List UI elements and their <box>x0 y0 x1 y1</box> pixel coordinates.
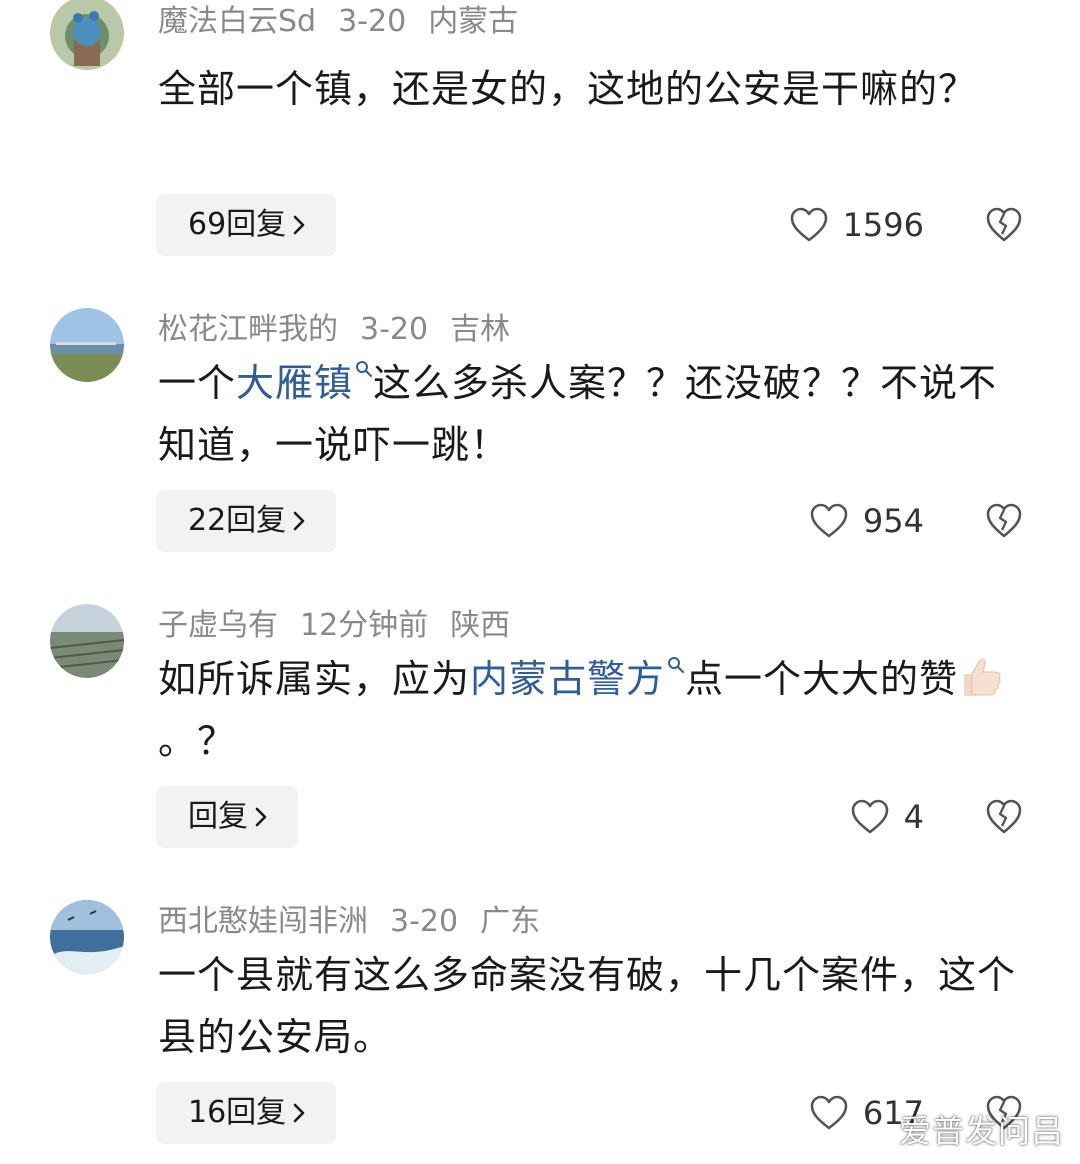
comment-meta: 子虚乌有 12分钟前 陕西 <box>158 606 532 646</box>
broken-heart-icon[interactable] <box>985 503 1023 539</box>
reply-label: 16回复 <box>188 1095 287 1130</box>
username[interactable]: 西北憨娃闯非洲 <box>158 904 368 939</box>
comment-meta: 魔法白云Sd 3-20 内蒙古 <box>158 2 540 42</box>
comment-body: 一个 <box>158 361 237 405</box>
reply-label: 22回复 <box>188 503 287 538</box>
broken-heart-icon[interactable] <box>985 207 1023 243</box>
reply-button[interactable]: 69回复 <box>156 194 337 256</box>
reply-button[interactable]: 16回复 <box>156 1082 337 1144</box>
comment-location: 吉林 <box>450 312 511 347</box>
comment-body-tail: 。？ <box>158 719 237 763</box>
heart-outline-icon <box>810 1095 848 1130</box>
reply-button[interactable]: 回复 <box>156 786 298 848</box>
comment-time: 3-20 <box>338 4 407 39</box>
topic-link[interactable]: 大雁镇 <box>236 361 373 405</box>
heart-outline-icon <box>851 799 888 834</box>
username[interactable]: 魔法白云Sd <box>158 4 316 39</box>
comment-text: 全部一个镇，还是女的，这地的公安是干嘛的？ <box>158 58 1018 120</box>
thumbs-up-emoji <box>964 658 1001 696</box>
chevron-right-icon <box>293 215 305 235</box>
topic-link-label: 大雁镇 <box>236 361 354 405</box>
comment-text: 一个县就有这么多命案没有破，十几个案件，这个县的公安局。 <box>158 944 1018 1068</box>
search-icon <box>668 657 685 673</box>
chevron-right-icon <box>255 807 267 827</box>
like-count: 1596 <box>842 206 924 244</box>
username[interactable]: 子虚乌有 <box>158 608 278 643</box>
comment-text: 如所诉属实，应为内蒙古警方 点一个大大的赞。？ <box>158 648 1018 772</box>
comment-body: 全部一个镇，还是女的，这地的公安是干嘛的？ <box>158 67 978 111</box>
comment-time: 12分钟前 <box>300 608 429 643</box>
comment-time: 3-20 <box>360 312 429 347</box>
chevron-right-icon <box>293 1103 305 1123</box>
reply-button[interactable]: 22回复 <box>156 490 337 552</box>
comment-location: 广东 <box>480 904 541 939</box>
like-count: 954 <box>862 502 924 540</box>
comment-body-rest: 点一个大大的赞 <box>685 657 959 701</box>
comment-text: 一个大雁镇 这么多杀人案？？还没破？？不说不知道，一说吓一跳！ <box>158 352 1018 476</box>
like-button[interactable]: 4 <box>850 786 924 848</box>
comment-body: 一个县就有这么多命案没有破，十几个案件，这个县的公安局。 <box>158 953 1017 1059</box>
avatar[interactable] <box>50 308 124 382</box>
avatar[interactable] <box>50 604 124 678</box>
comment-body: 如所诉属实，应为 <box>158 657 471 701</box>
comment-location: 内蒙古 <box>428 4 519 39</box>
comment-time: 3-20 <box>390 904 459 939</box>
broken-heart-icon[interactable] <box>985 799 1023 835</box>
reply-label: 回复 <box>188 799 248 834</box>
watermark: 爱普发问吕 <box>898 1112 1064 1150</box>
like-button[interactable]: 954 <box>809 490 924 552</box>
reply-label: 69回复 <box>188 207 287 242</box>
heart-outline-icon <box>810 503 848 538</box>
heart-outline-icon <box>790 207 827 242</box>
topic-link[interactable]: 内蒙古警方 <box>470 657 685 701</box>
topic-link-label: 内蒙古警方 <box>470 657 666 701</box>
comment-meta: 西北憨娃闯非洲 3-20 广东 <box>158 902 562 942</box>
username[interactable]: 松花江畔我的 <box>158 312 338 347</box>
comment-location: 陕西 <box>450 608 511 643</box>
search-icon <box>356 361 373 377</box>
like-button[interactable]: 1596 <box>789 194 924 256</box>
chevron-right-icon <box>293 511 305 531</box>
comment-meta: 松花江畔我的 3-20 吉林 <box>158 310 532 350</box>
like-count: 4 <box>903 798 924 836</box>
avatar[interactable] <box>50 0 124 70</box>
avatar[interactable] <box>50 900 124 974</box>
